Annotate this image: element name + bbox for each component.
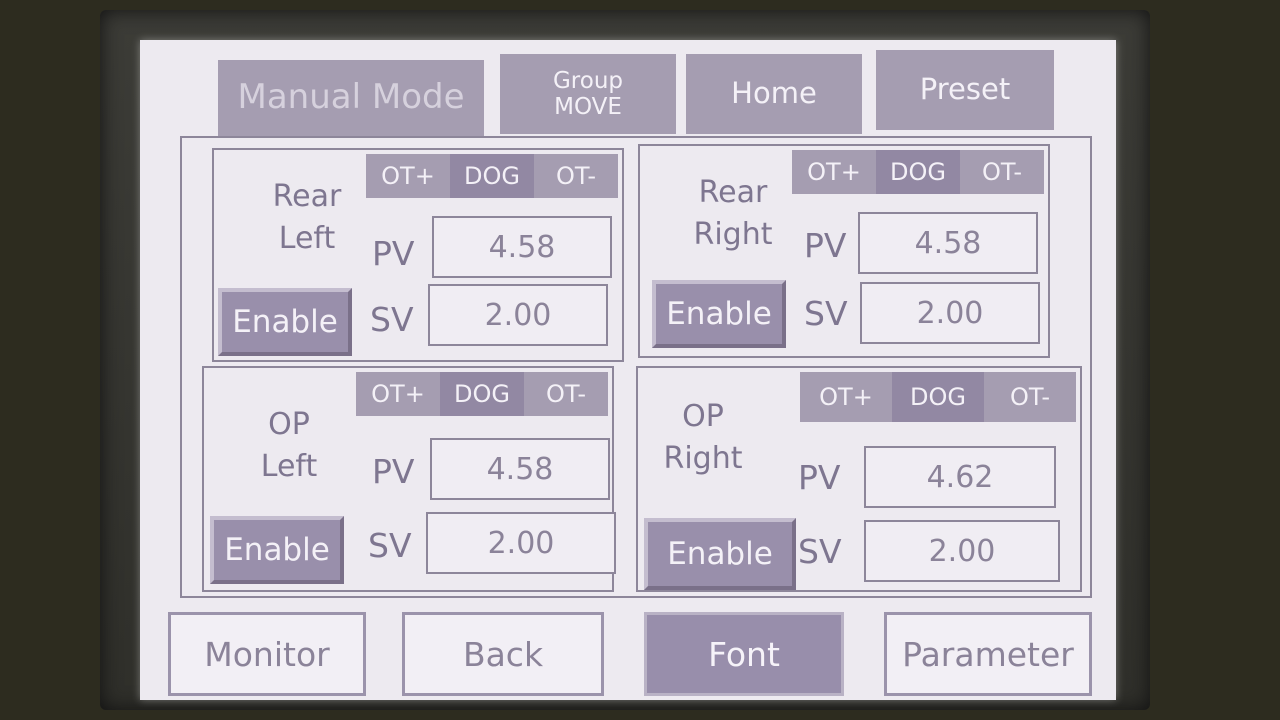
enable-button[interactable]: Enable <box>210 516 344 584</box>
dog-indicator: DOG <box>450 154 534 198</box>
dog-indicator: DOG <box>892 372 984 422</box>
ot-plus-indicator: OT+ <box>807 158 861 186</box>
sv-label: SV <box>804 294 848 333</box>
sv-value[interactable]: 2.00 <box>426 512 616 574</box>
ot-plus-indicator: OT+ <box>371 380 425 408</box>
back-button[interactable]: Back <box>402 612 604 696</box>
limit-indicators: OT+ DOG OT- <box>792 150 1044 194</box>
ot-minus-indicator: OT- <box>545 380 586 408</box>
enable-button[interactable]: Enable <box>644 518 796 590</box>
pv-value: 4.62 <box>864 446 1056 508</box>
pv-label: PV <box>372 234 415 273</box>
ot-minus-indicator: OT- <box>1009 383 1050 411</box>
axis-name: Rear Left <box>272 179 342 256</box>
preset-button[interactable]: Preset <box>876 50 1054 130</box>
monitor-button[interactable]: Monitor <box>168 612 366 696</box>
sv-label: SV <box>368 526 412 565</box>
limit-indicators: OT+ DOG OT- <box>800 372 1076 422</box>
axis-panels-frame: OT+ DOG OT- Rear Left PV 4.58 SV 2.00 En… <box>180 136 1092 598</box>
pv-label: PV <box>372 452 415 491</box>
panel-op-right: OT+ DOG OT- OP Right PV 4.62 SV 2.00 Ena… <box>636 366 1082 592</box>
enable-button[interactable]: Enable <box>218 288 352 356</box>
sv-value[interactable]: 2.00 <box>864 520 1060 582</box>
hmi-screen: Manual Mode Group MOVE Home Preset OT+ D… <box>140 40 1116 700</box>
pv-label: PV <box>798 458 841 497</box>
dog-indicator: DOG <box>440 372 524 416</box>
sv-label: SV <box>370 300 414 339</box>
dog-indicator: DOG <box>876 150 960 194</box>
ot-plus-indicator: OT+ <box>381 162 435 190</box>
ot-minus-indicator: OT- <box>555 162 596 190</box>
axis-name: OP Left <box>260 407 318 484</box>
ot-plus-indicator: OT+ <box>819 383 873 411</box>
panel-rear-right: OT+ DOG OT- Rear Right PV 4.58 SV 2.00 E… <box>638 144 1050 358</box>
limit-indicators: OT+ DOG OT- <box>356 372 608 416</box>
pv-value: 4.58 <box>430 438 610 500</box>
group-move-button[interactable]: Group MOVE <box>500 54 676 134</box>
sv-value[interactable]: 2.00 <box>860 282 1040 344</box>
axis-name: Rear Right <box>693 175 773 252</box>
panel-op-left: OT+ DOG OT- OP Left PV 4.58 SV 2.00 Enab… <box>202 366 616 592</box>
enable-button[interactable]: Enable <box>652 280 786 348</box>
pv-label: PV <box>804 226 847 265</box>
manual-mode-title: Manual Mode <box>218 60 484 136</box>
axis-name: OP Right <box>663 399 743 476</box>
ot-minus-indicator: OT- <box>981 158 1022 186</box>
panel-rear-left: OT+ DOG OT- Rear Left PV 4.58 SV 2.00 En… <box>212 148 624 362</box>
parameter-button[interactable]: Parameter <box>884 612 1092 696</box>
font-button[interactable]: Font <box>644 612 844 696</box>
home-button[interactable]: Home <box>686 54 862 134</box>
sv-value[interactable]: 2.00 <box>428 284 608 346</box>
pv-value: 4.58 <box>858 212 1038 274</box>
pv-value: 4.58 <box>432 216 612 278</box>
limit-indicators: OT+ DOG OT- <box>366 154 618 198</box>
sv-label: SV <box>798 532 842 571</box>
